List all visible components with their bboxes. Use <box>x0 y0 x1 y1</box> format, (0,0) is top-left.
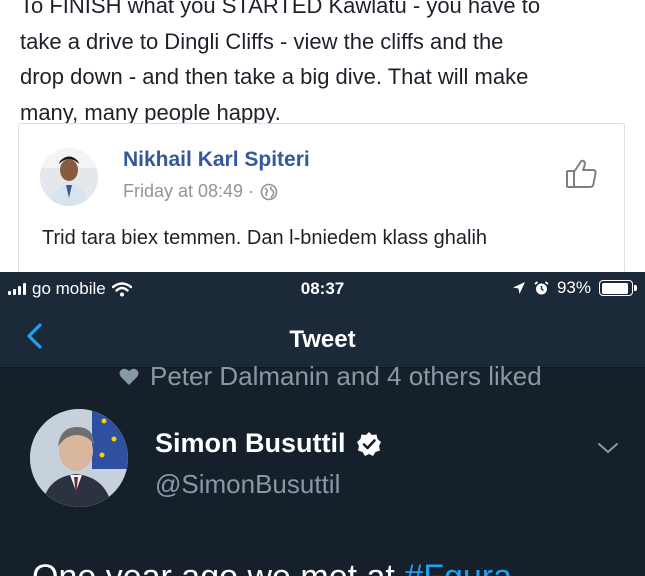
comment-author[interactable]: Nikhail Karl Spiteri <box>123 148 310 172</box>
post-line: take a drive to Dingli Cliffs - view the… <box>20 28 504 54</box>
author-name: Simon Busuttil <box>155 428 346 458</box>
social-context[interactable]: Peter Dalmanin and 4 others liked <box>118 361 542 392</box>
thumbs-up-icon[interactable] <box>564 156 600 192</box>
hashtag-link[interactable]: #Fgura <box>404 558 512 576</box>
author-handle[interactable]: @SimonBusuttil <box>155 469 340 500</box>
chevron-down-icon[interactable] <box>596 440 620 456</box>
battery-fill <box>601 282 629 294</box>
reply-comment: Nikhail Karl Spiteri Friday at 08:49 · T… <box>18 123 625 272</box>
tweet-header: Tweet <box>0 304 645 368</box>
comment-time[interactable]: Friday at 08:49 · <box>123 181 254 202</box>
liked-by-text: Peter Dalmanin and 4 others liked <box>150 361 542 391</box>
post-line: drop down - and then take a big dive. Th… <box>20 64 529 89</box>
comment-text: Trid tara biex temmen. Dan l-bniedem kla… <box>42 227 488 249</box>
avatar[interactable] <box>40 148 98 206</box>
avatar[interactable] <box>30 409 128 507</box>
status-bar: go mobile 08:37 93% <box>0 272 645 304</box>
comment-meta: Friday at 08:49 · <box>123 181 278 202</box>
alarm-icon <box>534 280 549 294</box>
location-arrow-icon <box>512 282 525 294</box>
post-text: To FINISH what you STARTED Kawlatu - you… <box>20 0 630 130</box>
page-title: Tweet <box>289 326 356 353</box>
tweet-text-body: One year ago we met at <box>32 558 404 576</box>
heart-icon <box>119 368 139 385</box>
facebook-comment-thread: To FINISH what you STARTED Kawlatu - you… <box>0 0 645 272</box>
verified-badge-icon <box>356 431 381 456</box>
tweet-text: One year ago we met at #Fgura <box>32 558 512 576</box>
globe-icon <box>260 183 278 200</box>
battery-icon <box>599 280 637 296</box>
post-line: To FINISH what you STARTED Kawlatu - you… <box>20 0 541 18</box>
twitter-screen: go mobile 08:37 93% Tweet Peter Dalmanin… <box>0 272 645 576</box>
status-bar-right: 93% <box>512 278 637 298</box>
tweet-author[interactable]: Simon Busuttil <box>155 428 382 459</box>
battery-percent: 93% <box>556 278 591 297</box>
